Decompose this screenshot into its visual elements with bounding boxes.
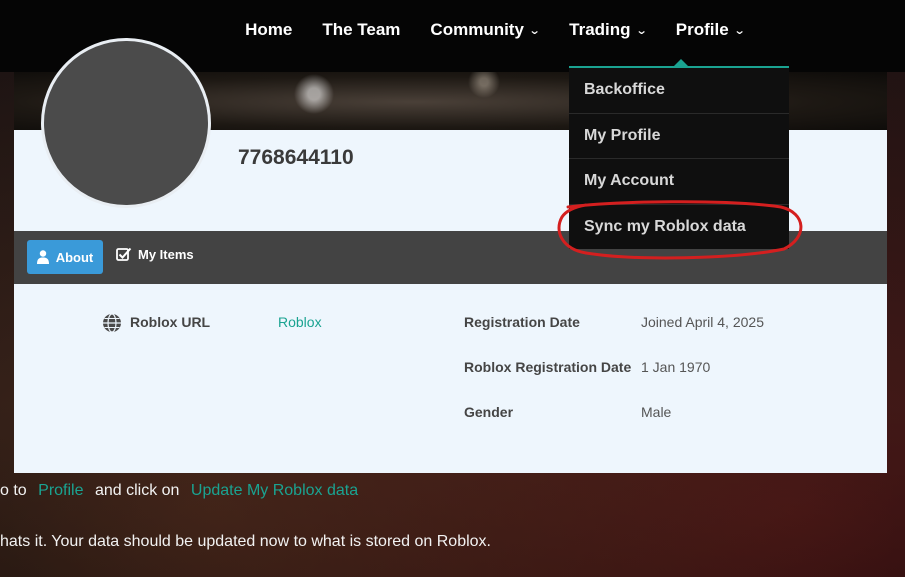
nav-home[interactable]: Home [245, 20, 292, 40]
nav-community-label: Community [430, 20, 524, 39]
nav-trading-label: Trading [569, 20, 631, 39]
instruction-middle: and click on [94, 482, 180, 499]
nav-community[interactable]: Community ⌄ [430, 20, 541, 40]
menu-item-my-profile[interactable]: My Profile [569, 114, 789, 159]
roblox-url-label: Roblox URL [130, 314, 211, 330]
user-icon [36, 250, 49, 264]
chevron-down-icon: ⌄ [733, 25, 746, 37]
roblox-registration-value: 1 Jan 1970 [641, 359, 711, 375]
nav-the-team-label: The Team [322, 20, 401, 39]
tab-my-items-label: My Items [138, 247, 194, 262]
profile-username: 7768644110 [238, 146, 354, 169]
instruction-line-2: hats it. Your data should be updated now… [0, 533, 491, 550]
menu-item-backoffice[interactable]: Backoffice [569, 68, 789, 114]
nav-trading[interactable]: Trading ⌄ [569, 20, 648, 40]
tab-about-label: About [55, 249, 94, 265]
globe-icon [103, 313, 121, 333]
dropdown-caret [674, 59, 688, 66]
instruction-line-1: o to Profile and click on Update My Robl… [0, 482, 365, 500]
tab-my-items[interactable]: My Items [116, 247, 194, 262]
nav-home-label: Home [245, 20, 293, 39]
tab-about[interactable]: About [27, 240, 103, 274]
nav-the-team[interactable]: The Team [322, 20, 400, 40]
nav-profile[interactable]: Profile ⌄ [675, 20, 746, 40]
chevron-down-icon: ⌄ [635, 25, 648, 37]
menu-item-my-account[interactable]: My Account [569, 159, 789, 205]
registration-date-value: Joined April 4, 2025 [641, 314, 764, 330]
gender-value: Male [641, 404, 672, 420]
roblox-url-link[interactable]: Roblox [278, 314, 322, 330]
gender-label: Gender [464, 404, 514, 420]
update-roblox-data-link[interactable]: Update My Roblox data [191, 482, 358, 499]
roblox-registration-label: Roblox Registration Date [464, 359, 632, 375]
nav-profile-label: Profile [675, 20, 729, 39]
chevron-down-icon: ⌄ [528, 25, 541, 37]
profile-link[interactable]: Profile [38, 482, 83, 499]
nav-menu: Home The Team Community ⌄ Trading ⌄ Prof… [245, 20, 746, 40]
profile-dropdown-menu: Backoffice My Profile My Account Sync my… [569, 66, 789, 249]
instruction-prefix: o to [0, 482, 27, 499]
checkbox-icon [116, 247, 132, 261]
avatar [41, 38, 211, 208]
profile-details [14, 284, 887, 473]
menu-item-sync-roblox-data[interactable]: Sync my Roblox data [569, 205, 789, 251]
registration-date-label: Registration Date [464, 314, 580, 330]
